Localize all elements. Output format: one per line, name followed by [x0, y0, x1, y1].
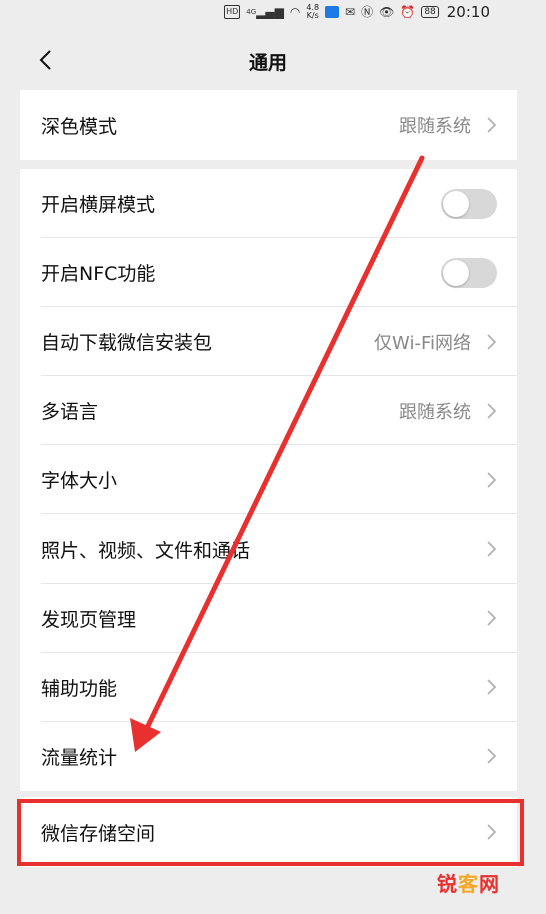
toggle-knob: [443, 259, 469, 286]
chevron-right-icon: [487, 610, 497, 626]
toggle-knob: [443, 190, 469, 217]
hd-icon: HD: [224, 5, 241, 19]
setting-row-auto-download[interactable]: 自动下载微信安装包 仅Wi-Fi网络: [20, 307, 517, 377]
setting-value: 仅Wi-Fi网络: [374, 332, 471, 354]
setting-label: 自动下载微信安装包: [41, 332, 213, 355]
chevron-right-icon: [487, 748, 497, 764]
setting-label: 微信存储空间: [41, 822, 156, 845]
setting-row-nfc[interactable]: 开启NFC功能: [20, 238, 517, 308]
watermark: 锐客网: [437, 872, 500, 896]
setting-row-language[interactable]: 多语言 跟随系统: [20, 376, 517, 446]
setting-label: 开启NFC功能: [41, 263, 156, 286]
wifi-icon: ◠: [289, 5, 301, 19]
alarm-icon: ⏰: [400, 5, 416, 19]
status-bar: HD 4G▂▄▆ ◠ 4.8 K/s ✉ Ⓝ 👁 ⏰ 88 20:10: [0, 0, 546, 24]
network-speed: 4.8 K/s: [306, 3, 320, 20]
setting-value: 跟随系统: [399, 116, 471, 137]
settings-group-storage: 微信存储空间: [20, 797, 517, 867]
settings-group-general: 开启横屏模式 开启NFC功能 自动下载微信安装包 仅Wi-Fi网络 多语言 跟随…: [20, 169, 517, 791]
notification-icon: ✉: [345, 5, 356, 19]
setting-label: 照片、视频、文件和通话: [41, 539, 251, 562]
setting-row-discover[interactable]: 发现页管理: [20, 584, 517, 653]
eye-icon: 👁: [379, 5, 395, 19]
setting-row-data-usage[interactable]: 流量统计: [20, 722, 517, 791]
nfc-toggle[interactable]: [441, 257, 497, 288]
setting-label: 深色模式: [41, 115, 118, 138]
cloud-app-icon: [325, 6, 340, 18]
setting-row-landscape[interactable]: 开启横屏模式: [20, 169, 517, 239]
setting-label: 流量统计: [41, 746, 118, 769]
chevron-right-icon: [487, 679, 497, 695]
setting-label: 发现页管理: [41, 608, 137, 631]
setting-label: 开启横屏模式: [41, 194, 156, 217]
setting-row-font-size[interactable]: 字体大小: [20, 445, 517, 515]
setting-row-storage[interactable]: 微信存储空间: [20, 797, 517, 867]
setting-label: 多语言: [41, 401, 99, 424]
setting-row-dark-mode[interactable]: 深色模式 跟随系统: [20, 90, 517, 160]
setting-label: 字体大小: [41, 470, 118, 493]
chevron-right-icon: [487, 541, 497, 557]
battery-icon: 88: [421, 6, 439, 18]
landscape-toggle[interactable]: [441, 188, 497, 219]
setting-label: 辅助功能: [41, 677, 118, 700]
nfc-icon: Ⓝ: [361, 5, 374, 19]
chevron-right-icon: [487, 824, 497, 840]
settings-group-display: 深色模式 跟随系统: [20, 90, 517, 160]
status-time: 20:10: [446, 3, 490, 21]
setting-row-media[interactable]: 照片、视频、文件和通话: [20, 514, 517, 584]
page-title: 通用: [248, 52, 287, 74]
chevron-right-icon: [487, 334, 497, 350]
chevron-right-icon: [487, 117, 497, 133]
setting-row-accessibility[interactable]: 辅助功能: [20, 653, 517, 722]
setting-value: 跟随系统: [399, 401, 471, 423]
signal-icon: 4G▂▄▆: [246, 5, 284, 19]
nav-bar: 通用: [20, 30, 516, 90]
chevron-right-icon: [487, 472, 497, 488]
chevron-right-icon: [487, 403, 497, 419]
